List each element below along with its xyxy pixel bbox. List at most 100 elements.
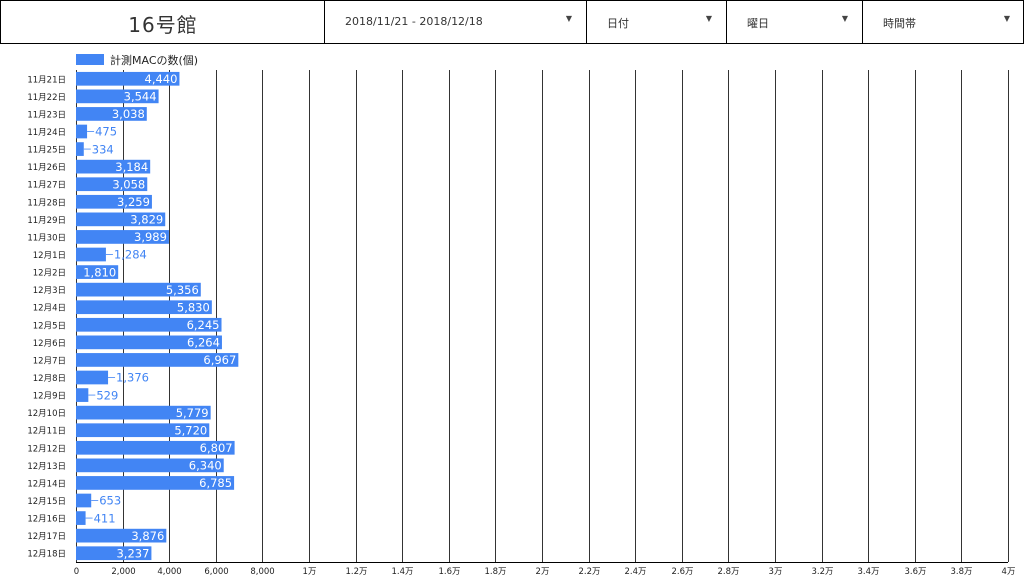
bar-value-label: 1,376 (116, 371, 149, 385)
bar-value-label: 6,807 (200, 441, 233, 455)
date-filter-dropdown[interactable]: 日付 ▼ (586, 1, 726, 44)
bar-value-label: 3,876 (131, 529, 164, 543)
x-tick-label: 2,000 (111, 567, 135, 576)
bar-value-label: 3,184 (115, 160, 148, 174)
date-range-dropdown[interactable]: 2018/11/21 - 2018/12/18 ▼ (324, 1, 586, 44)
bar-value-label: 3,259 (117, 195, 150, 209)
timeband-filter-dropdown[interactable]: 時間帯 ▼ (862, 1, 1024, 44)
x-tick-label: 4万 (1002, 567, 1016, 576)
legend-swatch (76, 54, 104, 65)
category-label: 12月2日 (33, 269, 66, 279)
chevron-down-icon: ▼ (841, 14, 848, 23)
bar-value-label: 475 (95, 125, 117, 139)
category-label: 12月3日 (33, 286, 66, 296)
x-tick-label: 8,000 (250, 567, 274, 576)
bar-value-label: 4,440 (145, 72, 178, 86)
bar-value-label: 3,058 (112, 177, 145, 191)
category-label: 11月24日 (27, 128, 66, 138)
chevron-down-icon: ▼ (565, 14, 572, 23)
bar (76, 493, 92, 508)
category-label: 11月26日 (27, 163, 66, 173)
date-filter-label: 日付 (607, 17, 629, 30)
x-tick-label: 3.4万 (857, 567, 879, 576)
bar-value-label: 334 (92, 142, 114, 156)
category-label: 12月17日 (27, 532, 66, 542)
header-bar: 16号館 2018/11/21 - 2018/12/18 ▼ 日付 ▼ 曜日 ▼… (0, 0, 1024, 44)
bar (76, 388, 89, 402)
category-label: 12月13日 (27, 462, 66, 472)
category-label: 11月27日 (27, 181, 66, 191)
bar-value-label: 3,829 (130, 213, 163, 227)
bar-value-label: 1,810 (83, 265, 116, 279)
category-label: 12月16日 (27, 515, 66, 525)
x-tick-label: 2.2万 (578, 567, 600, 576)
bar (76, 142, 84, 156)
bars: 4,440 3,544 3,038 475 3343,184 3,058 3,259 3,82… (76, 71, 239, 560)
category-label: 12月4日 (33, 304, 66, 314)
chevron-down-icon: ▼ (1003, 14, 1010, 23)
category-label: 11月29日 (27, 216, 66, 226)
x-tick-label: 2.4万 (624, 567, 646, 576)
x-axis-tick-labels: 0 2,000 4,000 6,000 8,000 1万 1.2万 1.4万 1.6万 1.8万 2… (74, 567, 1016, 576)
chart-legend: 計測MACの数(個) (76, 53, 198, 67)
category-label: 11月25日 (27, 146, 66, 156)
category-label: 12月6日 (33, 339, 66, 349)
category-label: 11月30日 (27, 233, 66, 243)
bar-value-label: 5,779 (176, 406, 209, 420)
category-label: 12月15日 (27, 497, 66, 507)
x-tick-label: 4,000 (157, 567, 181, 576)
x-tick-label: 1.4万 (391, 567, 413, 576)
bar (76, 247, 106, 262)
bar-value-label: 3,237 (116, 546, 149, 560)
category-label: 12月5日 (33, 321, 66, 331)
category-label: 12月9日 (33, 392, 66, 402)
category-label: 11月23日 (27, 110, 66, 120)
bar (76, 124, 88, 139)
bar-value-label: 5,720 (174, 423, 207, 437)
date-range-label: 2018/11/21 - 2018/12/18 (345, 15, 483, 28)
bar-value-label: 5,356 (166, 283, 199, 297)
x-tick-label: 2.6万 (671, 567, 693, 576)
bar-chart: 計測MACの数(個) 4,440 3,544 3,038 475 3343,184 3,0… (27, 53, 1016, 576)
category-labels: 11月21日 11月22日 11月23日 11月24日 11月25日 11月26日 11月2… (27, 75, 66, 559)
weekday-filter-label: 曜日 (747, 17, 769, 30)
title-panel: 16号館 (0, 1, 324, 44)
bar-value-label: 3,544 (124, 90, 157, 104)
legend-label: 計測MACの数(個) (110, 53, 198, 67)
category-label: 12月18日 (27, 550, 66, 560)
x-tick-label: 1.2万 (345, 567, 367, 576)
x-tick-label: 2万 (536, 567, 550, 576)
category-label: 12月1日 (33, 251, 66, 261)
x-tick-label: 0 (74, 567, 79, 576)
bar-value-label: 653 (99, 494, 121, 508)
category-label: 12月14日 (27, 479, 66, 489)
chevron-down-icon: ▼ (705, 14, 712, 23)
category-label: 11月28日 (27, 198, 66, 208)
category-label: 12月12日 (27, 444, 66, 454)
bar-value-label: 3,989 (134, 230, 167, 244)
bar-value-label: 411 (94, 511, 116, 525)
bar (76, 511, 86, 525)
page-title: 16号館 (128, 13, 198, 37)
x-tick-label: 3.6万 (904, 567, 926, 576)
x-tick-label: 3万 (769, 567, 783, 576)
bar (76, 370, 109, 385)
x-tick-label: 1万 (303, 567, 317, 576)
category-label: 12月11日 (27, 427, 66, 437)
bar-value-label: 529 (96, 388, 118, 402)
category-label: 12月10日 (27, 409, 66, 419)
x-tick-label: 6,000 (204, 567, 228, 576)
x-tick-label: 3.2万 (811, 567, 833, 576)
x-tick-label: 3.8万 (950, 567, 972, 576)
bar-value-label: 6,245 (187, 318, 220, 332)
weekday-filter-dropdown[interactable]: 曜日 ▼ (726, 1, 862, 44)
bar-value-label: 6,967 (203, 353, 236, 367)
category-label: 11月22日 (27, 93, 66, 103)
category-label: 12月8日 (33, 374, 66, 384)
bar-value-label: 1,284 (114, 248, 147, 262)
bar-value-label: 5,830 (177, 300, 210, 314)
x-tick-label: 1.8万 (484, 567, 506, 576)
bar-value-label: 3,038 (112, 107, 145, 121)
bar-value-label: 6,340 (189, 459, 222, 473)
category-label: 12月7日 (33, 356, 66, 366)
